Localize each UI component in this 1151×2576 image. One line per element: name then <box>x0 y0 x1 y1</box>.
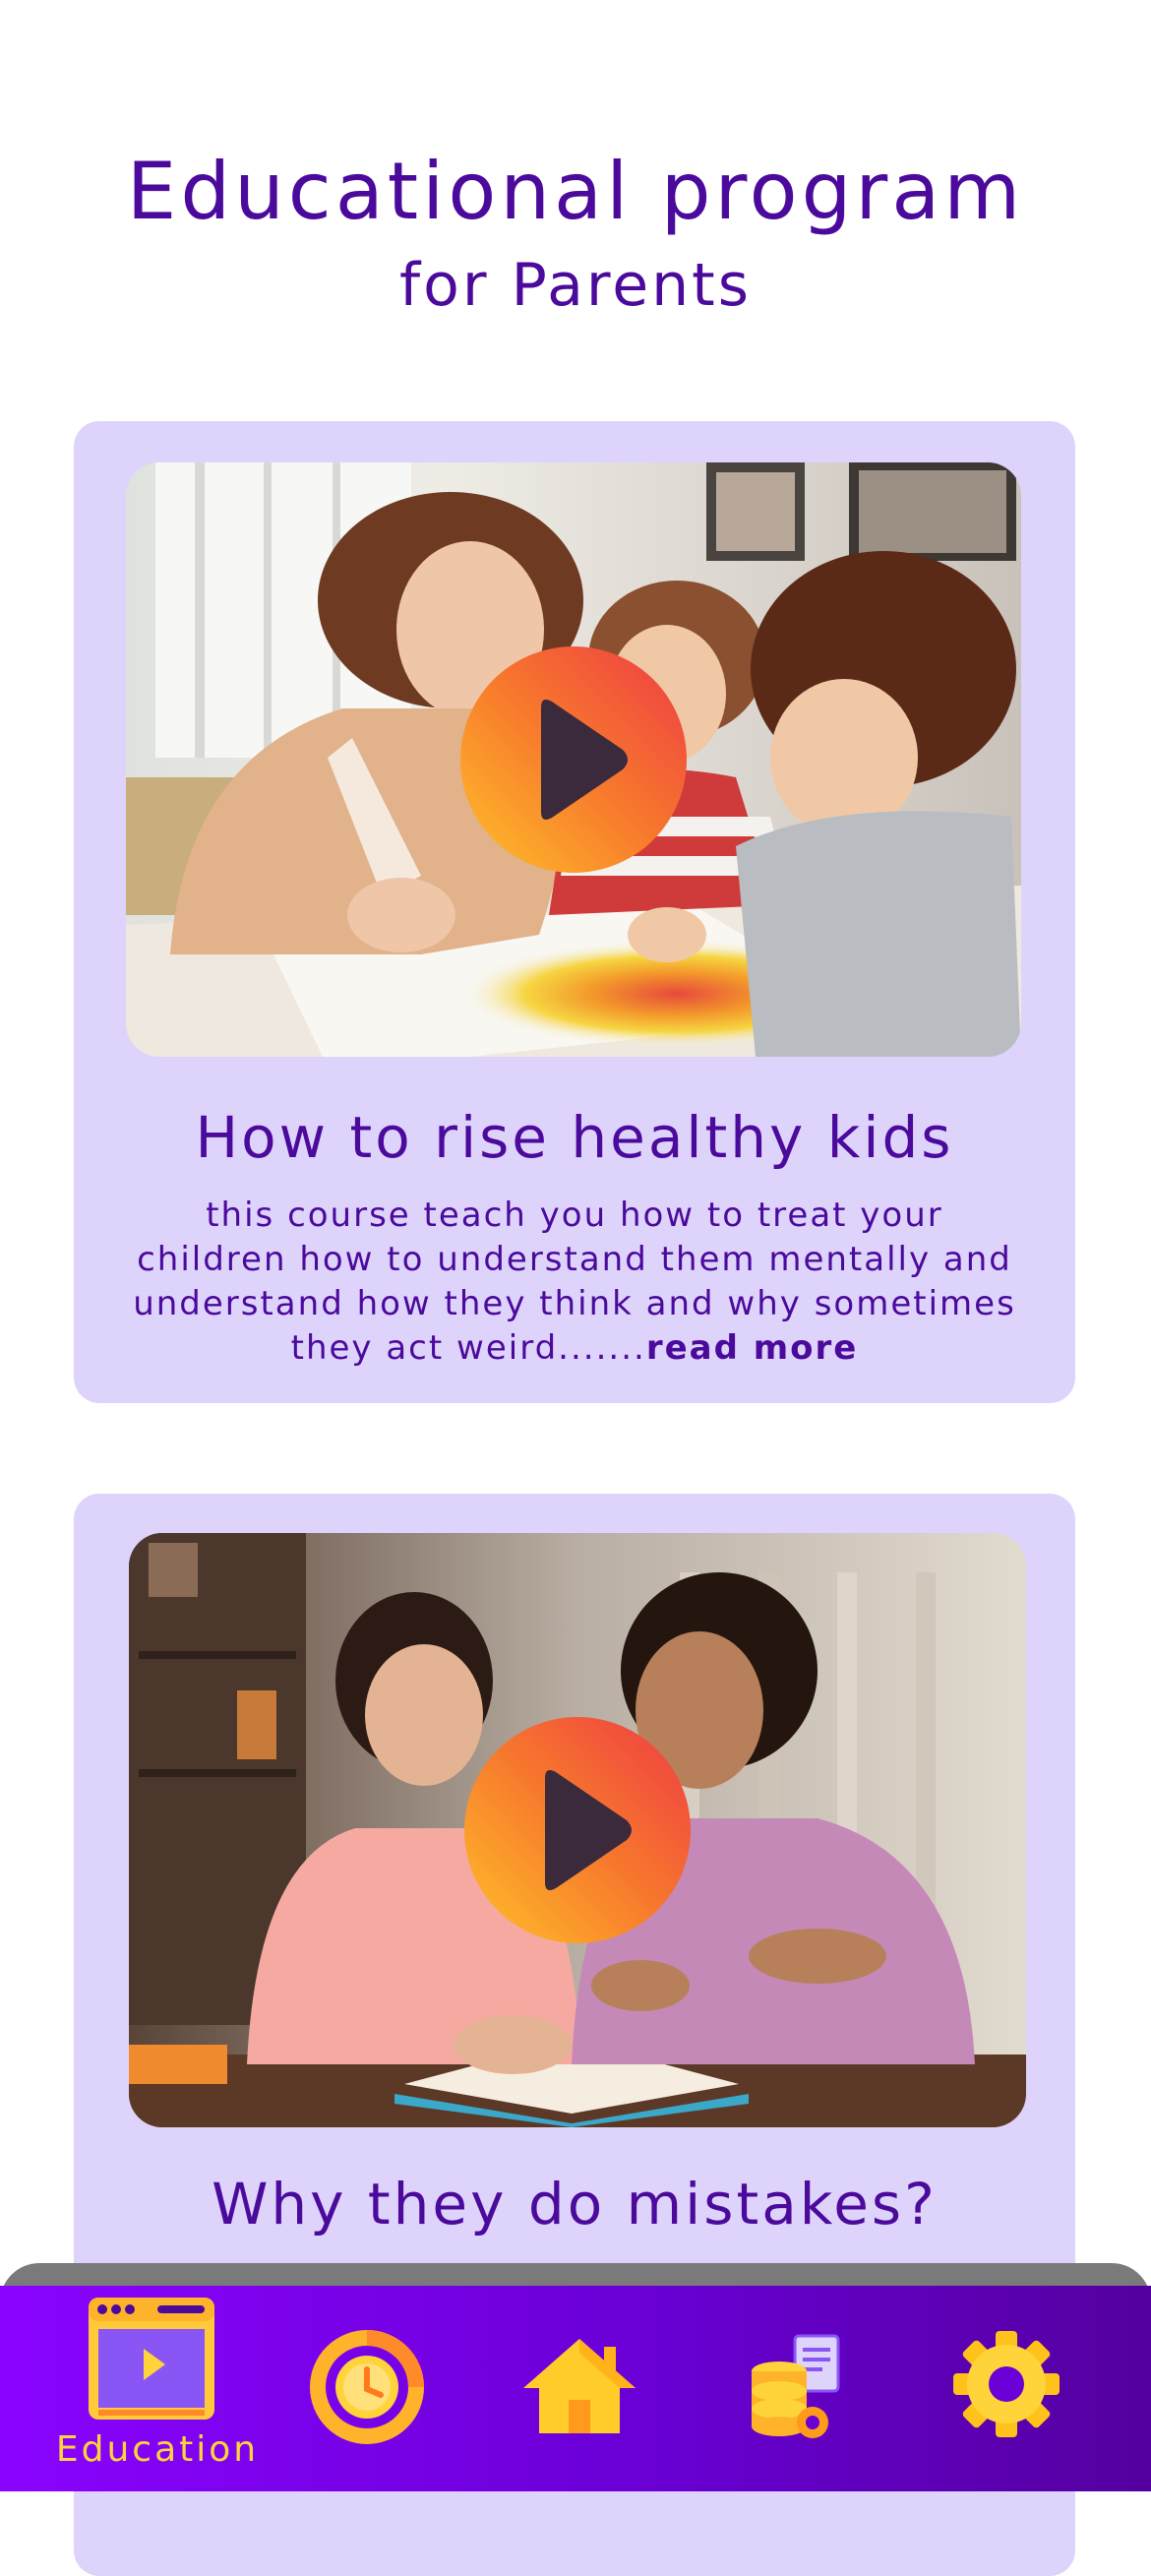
home-icon <box>523 2339 636 2433</box>
course-description-text: this course teach you how to treat your … <box>133 1196 1016 1368</box>
progress-clock-icon <box>310 2330 424 2444</box>
course-video-thumbnail[interactable] <box>126 462 1021 1057</box>
course-title: How to rise healthy kids <box>195 1104 954 1171</box>
nav-item-progress[interactable] <box>310 2330 424 2444</box>
read-more-link[interactable]: read more <box>646 1328 859 1368</box>
course-description: this course teach you how to treat your … <box>133 1194 1016 1371</box>
nav-item-data[interactable] <box>748 2332 841 2445</box>
gear-icon <box>953 2331 1060 2437</box>
page-subtitle: for Parents <box>399 251 752 320</box>
play-button[interactable] <box>464 1717 691 1943</box>
nav-item-education[interactable] <box>87 2296 216 2422</box>
play-icon <box>541 700 628 820</box>
play-icon <box>545 1770 632 1890</box>
play-button[interactable] <box>460 646 687 873</box>
database-settings-icon <box>752 2334 840 2438</box>
page-title: Educational program <box>126 146 1025 237</box>
course-card[interactable]: How to rise healthy kids this course tea… <box>74 421 1075 1403</box>
course-title: Why they do mistakes? <box>212 2171 938 2238</box>
nav-label-education[interactable]: Education <box>54 2425 261 2475</box>
nav-item-settings[interactable] <box>951 2329 1061 2439</box>
nav-item-home[interactable] <box>521 2337 637 2435</box>
video-player-icon <box>89 2298 214 2420</box>
course-video-thumbnail[interactable] <box>129 1533 1026 2127</box>
page-header: Educational program for Parents <box>0 138 1151 325</box>
